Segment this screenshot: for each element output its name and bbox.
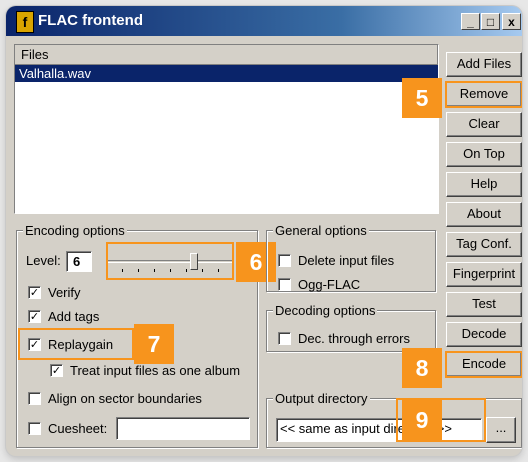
on-top-button[interactable]: On Top [446,142,522,167]
flac-frontend-window: f FLAC frontend _ □ x Files Valhalla.wav… [6,6,522,456]
ogg-flac-label: Ogg-FLAC [298,277,361,292]
files-list[interactable]: Files Valhalla.wav [14,44,439,214]
cuesheet-checkbox[interactable] [28,422,41,435]
minimize-button[interactable]: _ [461,13,480,30]
align-sector-label: Align on sector boundaries [48,391,202,406]
encode-button[interactable]: Encode [445,351,522,378]
close-button[interactable]: x [502,13,521,30]
cuesheet-label: Cuesheet: [48,421,108,436]
verify-label: Verify [48,285,81,300]
level-value-field: 6 [66,251,92,272]
fingerprint-button[interactable]: Fingerprint [446,262,522,287]
general-options-legend: General options [273,223,369,238]
align-sector-checkbox[interactable] [28,392,41,405]
treat-album-checkbox[interactable]: ✓ [50,364,63,377]
replaygain-label: Replaygain [48,337,114,352]
browse-output-button[interactable]: ... [486,417,516,443]
slider-highlight-box [106,242,234,280]
callout-7: 7 [134,324,174,364]
file-list-item[interactable]: Valhalla.wav [15,65,438,82]
replaygain-checkbox[interactable]: ✓ [28,338,41,351]
ogg-flac-checkbox[interactable] [278,278,291,291]
about-button[interactable]: About [446,202,522,227]
cuesheet-input[interactable] [116,417,250,440]
delete-input-checkbox[interactable] [278,254,291,267]
test-button[interactable]: Test [446,292,522,317]
tag-conf-button[interactable]: Tag Conf. [446,232,522,257]
dec-errors-label: Dec. through errors [298,331,410,346]
encoding-options-legend: Encoding options [23,223,127,238]
verify-checkbox[interactable]: ✓ [28,286,41,299]
add-tags-checkbox[interactable]: ✓ [28,310,41,323]
callout-8: 8 [402,348,442,388]
dec-errors-checkbox[interactable] [278,332,291,345]
treat-album-label: Treat input files as one album [70,363,241,378]
output-directory-legend: Output directory [273,391,370,406]
callout-5: 5 [402,78,442,118]
app-icon: f [16,11,34,33]
decode-button[interactable]: Decode [446,322,522,347]
decoding-options-legend: Decoding options [273,303,378,318]
remove-button[interactable]: Remove [445,81,522,108]
add-files-button[interactable]: Add Files [446,52,522,77]
level-label: Level: [26,253,61,268]
window-title: FLAC frontend [38,12,143,29]
files-column-header[interactable]: Files [15,45,438,65]
add-tags-label: Add tags [48,309,100,324]
maximize-button[interactable]: □ [481,13,500,30]
clear-button[interactable]: Clear [446,112,522,137]
delete-input-label: Delete input files [298,253,395,268]
title-bar[interactable]: f FLAC frontend _ □ x [6,6,522,36]
callout-9: 9 [402,400,442,440]
help-button[interactable]: Help [446,172,522,197]
